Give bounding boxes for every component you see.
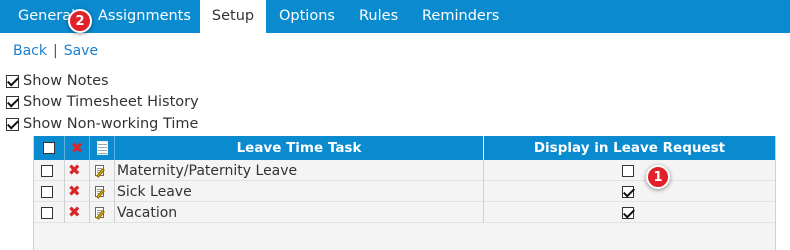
tab-general[interactable]: General	[18, 0, 75, 33]
header-divider	[483, 136, 484, 160]
grid-header: ✖ Leave Time Task Display in Leave Reque…	[34, 136, 775, 160]
column-divider	[114, 160, 115, 223]
action-links: Back | Save	[13, 43, 98, 59]
row-select-checkbox[interactable]	[41, 206, 53, 219]
link-separator: |	[53, 43, 58, 59]
show-notes-checkbox[interactable]	[6, 74, 19, 88]
column-header-task[interactable]: Leave Time Task	[115, 136, 483, 160]
task-name: Vacation	[117, 204, 178, 221]
delete-row-icon[interactable]: ✖	[68, 184, 81, 199]
display-in-leave-request-checkbox[interactable]	[622, 206, 634, 219]
tab-assignments[interactable]: Assignments	[98, 0, 191, 33]
tab-bar: General Assignments Setup Options Rules …	[0, 0, 790, 33]
column-header-display[interactable]: Display in Leave Request	[484, 136, 775, 160]
select-all-cell	[34, 136, 64, 160]
tab-setup[interactable]: Setup	[200, 0, 266, 33]
task-name: Maternity/Paternity Leave	[117, 162, 298, 179]
delete-row-icon[interactable]: ✖	[68, 163, 81, 178]
header-divider	[114, 136, 115, 160]
tab-rules[interactable]: Rules	[359, 0, 398, 33]
delete-header-cell: ✖	[65, 136, 89, 160]
list-header-cell	[90, 136, 114, 160]
display-in-leave-request-checkbox[interactable]	[622, 185, 634, 198]
option-show-timesheet-history[interactable]: Show Timesheet History	[6, 94, 199, 110]
callout-badge-2: 2	[68, 9, 92, 33]
header-divider	[64, 136, 65, 160]
column-divider	[89, 160, 90, 223]
table-row[interactable]: ✖ Vacation	[34, 202, 775, 223]
header-divider	[89, 136, 90, 160]
column-divider	[64, 160, 65, 223]
option-show-non-working-time[interactable]: Show Non-working Time	[6, 116, 198, 132]
callout-badge-1: 1	[646, 165, 670, 189]
show-timesheet-history-checkbox[interactable]	[6, 95, 19, 109]
show-timesheet-history-label: Show Timesheet History	[23, 94, 199, 110]
select-all-checkbox[interactable]	[43, 142, 55, 154]
save-link[interactable]: Save	[64, 43, 98, 59]
edit-row-icon[interactable]	[95, 164, 106, 178]
edit-row-icon[interactable]	[95, 185, 106, 199]
option-show-notes[interactable]: Show Notes	[6, 73, 109, 89]
tab-reminders[interactable]: Reminders	[422, 0, 499, 33]
row-select-checkbox[interactable]	[41, 164, 53, 177]
task-name: Sick Leave	[117, 183, 192, 200]
show-non-working-time-checkbox[interactable]	[6, 117, 19, 131]
delete-row-icon[interactable]: ✖	[68, 205, 81, 220]
list-icon[interactable]	[96, 141, 108, 155]
delete-icon[interactable]: ✖	[71, 140, 84, 156]
column-divider	[483, 160, 484, 223]
display-in-leave-request-checkbox[interactable]	[622, 164, 634, 177]
tab-options[interactable]: Options	[279, 0, 335, 33]
edit-row-icon[interactable]	[95, 206, 106, 220]
show-notes-label: Show Notes	[23, 73, 109, 89]
show-non-working-time-label: Show Non-working Time	[23, 116, 199, 132]
back-link[interactable]: Back	[13, 43, 47, 59]
leave-time-task-grid: ✖ Leave Time Task Display in Leave Reque…	[33, 136, 776, 250]
row-select-checkbox[interactable]	[41, 185, 53, 198]
